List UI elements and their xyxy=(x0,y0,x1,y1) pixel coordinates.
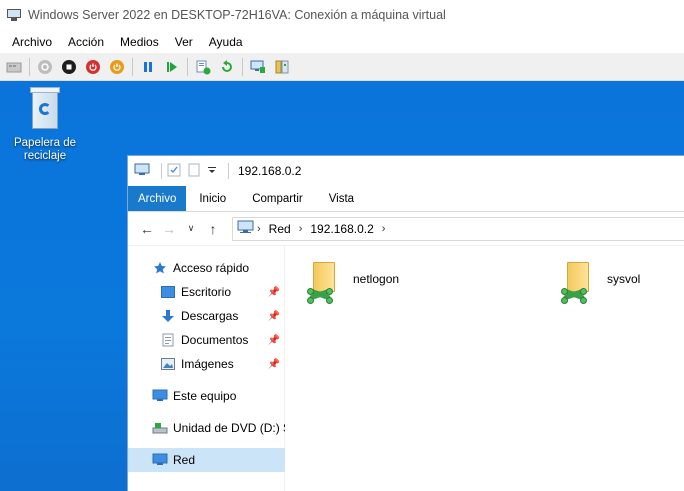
vm-connection-titlebar: Windows Server 2022 en DESKTOP-72H16VA: … xyxy=(0,0,684,30)
desktop-folder-icon xyxy=(160,284,176,300)
nav-descargas[interactable]: Descargas 📌 xyxy=(128,304,285,328)
shared-folder-icon xyxy=(307,260,347,308)
pin-icon[interactable]: 📌 xyxy=(268,287,280,298)
pause-icon[interactable] xyxy=(138,57,158,77)
customize-qat-icon[interactable] xyxy=(207,164,217,178)
nav-este-equipo[interactable]: Este equipo xyxy=(128,384,285,408)
up-arrow-icon[interactable]: ↑ xyxy=(202,218,224,240)
menu-ver[interactable]: Ver xyxy=(167,35,201,49)
toolbar-separator xyxy=(242,57,243,76)
menu-ayuda[interactable]: Ayuda xyxy=(201,35,251,49)
vm-toolbar xyxy=(0,53,684,81)
recent-locations-chevron-icon[interactable]: ∨ xyxy=(180,218,202,240)
nav-dvd-drive[interactable]: Unidad de DVD (D:) S xyxy=(128,416,285,440)
tab-compartir[interactable]: Compartir xyxy=(239,186,315,211)
menu-archivo[interactable]: Archivo xyxy=(4,35,60,49)
ctrl-alt-del-icon[interactable] xyxy=(4,57,24,77)
nav-imagenes[interactable]: Imágenes 📌 xyxy=(128,352,285,376)
download-arrow-icon xyxy=(160,308,176,324)
computer-icon[interactable] xyxy=(134,163,150,180)
nav-label: Este equipo xyxy=(173,389,237,403)
nav-label: Unidad de DVD (D:) S xyxy=(173,421,285,435)
this-pc-icon xyxy=(152,388,168,404)
shared-folder-icon xyxy=(561,260,601,308)
share-netlogon[interactable]: netlogon xyxy=(307,260,487,310)
ribbon-tabs: Archivo Inicio Compartir Vista xyxy=(128,186,684,212)
breadcrumb-chevron-icon[interactable]: › xyxy=(299,223,303,235)
breadcrumb-red[interactable]: Red xyxy=(269,222,291,236)
file-explorer-window: 192.168.0.2 Archivo Inicio Compartir Vis… xyxy=(127,155,684,491)
network-icon xyxy=(152,452,168,468)
share-label: sysvol xyxy=(607,272,641,286)
tab-archivo[interactable]: Archivo xyxy=(128,186,187,211)
recycle-bin-label: Papelera de reciclaje xyxy=(13,137,77,162)
pin-icon[interactable]: 📌 xyxy=(268,311,280,322)
toolbar-separator xyxy=(29,57,30,76)
pin-icon[interactable]: 📌 xyxy=(268,335,280,346)
pictures-icon xyxy=(160,356,176,372)
nav-documentos[interactable]: Documentos 📌 xyxy=(128,328,285,352)
breadcrumb-host[interactable]: 192.168.0.2 xyxy=(310,222,373,236)
nav-red[interactable]: Red xyxy=(128,448,285,472)
shutdown-icon[interactable] xyxy=(83,57,103,77)
properties-icon[interactable] xyxy=(167,163,181,180)
resume-icon[interactable] xyxy=(162,57,182,77)
address-bar[interactable]: › Red › 192.168.0.2 › xyxy=(232,216,684,241)
qat-separator xyxy=(161,163,162,179)
start-icon[interactable] xyxy=(35,57,55,77)
file-list: netlogon sysvol xyxy=(285,246,684,491)
toolbar-separator xyxy=(187,57,188,76)
nav-label: Documentos xyxy=(181,333,249,347)
nav-label: Red xyxy=(173,453,196,467)
turn-off-icon[interactable] xyxy=(59,57,79,77)
menu-accion[interactable]: Acción xyxy=(60,35,112,49)
explorer-title: 192.168.0.2 xyxy=(238,164,302,178)
enhanced-session-icon[interactable] xyxy=(248,57,268,77)
quick-access-toolbar: 192.168.0.2 xyxy=(128,156,684,186)
tab-inicio[interactable]: Inicio xyxy=(186,186,239,211)
forward-arrow-icon[interactable]: → xyxy=(158,218,180,240)
dvd-drive-icon xyxy=(152,420,168,436)
checkpoint-icon[interactable] xyxy=(193,57,213,77)
star-icon xyxy=(152,260,168,276)
menu-bar: Archivo Acción Medios Ver Ayuda xyxy=(0,30,684,53)
explorer-content: Acceso rápido Escritorio 📌 Descargas 📌 D… xyxy=(128,246,684,491)
revert-icon[interactable] xyxy=(217,57,237,77)
new-folder-icon[interactable] xyxy=(187,163,201,180)
breadcrumb-chevron-icon[interactable]: › xyxy=(257,223,261,235)
menu-medios[interactable]: Medios xyxy=(112,35,167,49)
nav-label: Acceso rápido xyxy=(173,261,250,275)
nav-label: Imágenes xyxy=(181,357,234,371)
back-arrow-icon[interactable]: ← xyxy=(136,218,158,240)
window-title: Windows Server 2022 en DESKTOP-72H16VA: … xyxy=(28,8,446,22)
qat-separator xyxy=(228,163,229,179)
toolbar-separator xyxy=(132,57,133,76)
save-icon[interactable] xyxy=(107,57,127,77)
pin-icon[interactable]: 📌 xyxy=(268,359,280,370)
share-label: netlogon xyxy=(353,272,400,286)
documents-icon xyxy=(160,332,176,348)
nav-escritorio[interactable]: Escritorio 📌 xyxy=(128,280,285,304)
recycle-bin-shortcut[interactable]: Papelera de reciclaje xyxy=(8,87,82,163)
network-location-icon xyxy=(237,220,255,237)
tab-vista[interactable]: Vista xyxy=(316,186,367,211)
navigation-pane: Acceso rápido Escritorio 📌 Descargas 📌 D… xyxy=(128,246,285,491)
nav-label: Descargas xyxy=(181,309,239,323)
basic-session-icon[interactable] xyxy=(272,57,292,77)
address-row: ← → ∨ ↑ › Red › 192.168.0.2 › xyxy=(128,212,684,246)
breadcrumb-chevron-icon[interactable]: › xyxy=(382,223,386,235)
nav-quick-access[interactable]: Acceso rápido xyxy=(128,256,285,280)
vm-connection-icon xyxy=(6,8,22,22)
recycle-bin-icon xyxy=(27,87,63,131)
nav-label: Escritorio xyxy=(181,285,232,299)
share-sysvol[interactable]: sysvol xyxy=(561,260,684,310)
